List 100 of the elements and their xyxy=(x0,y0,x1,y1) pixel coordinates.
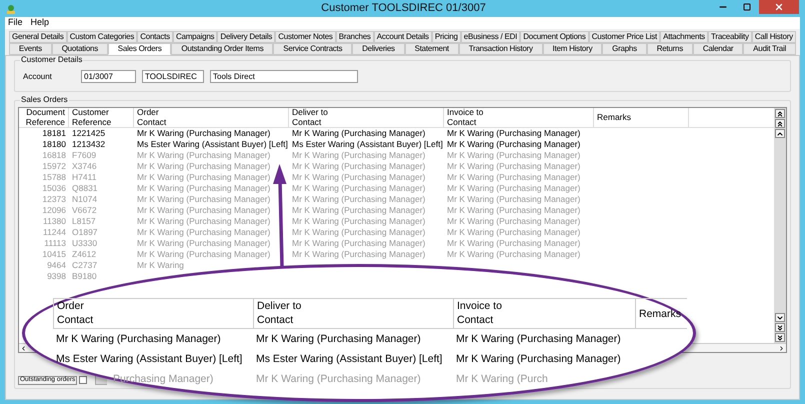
tab[interactable]: Audit Trail xyxy=(743,43,796,55)
table-cell-text: 1213432 xyxy=(71,139,106,150)
table-cell-text: Q8831 xyxy=(71,183,99,194)
maximize-icon xyxy=(743,3,751,11)
table-cell-text: Mr K Waring (Purchasing Manager) xyxy=(136,205,272,216)
tab[interactable]: Delivery Details xyxy=(217,31,276,43)
table-cell-text: C2737 xyxy=(71,260,98,271)
field-label: Account xyxy=(23,70,53,82)
table-cell-text: Mr K Waring (Purchasing Manager) xyxy=(136,128,272,139)
table-cell-text: Mr K Waring (Purchasing Manager) xyxy=(136,249,272,260)
close-icon xyxy=(774,2,784,12)
table-cell-text: 11244 xyxy=(42,227,67,238)
table-cell-text: Mr K Waring (Purchasing Manager) xyxy=(291,183,426,194)
table-cell-text: Mr K Waring (Purchasing Manager) xyxy=(291,205,426,216)
column-header[interactable]: Invoice to Contact xyxy=(457,299,632,327)
app-icon xyxy=(6,4,16,14)
tab[interactable]: Account Details xyxy=(374,31,432,43)
tab[interactable]: Statement xyxy=(404,43,459,55)
table-cell-text: 1221425 xyxy=(71,128,106,139)
table-cell: Mr K Waring (Purchasing Manager) xyxy=(256,333,421,345)
table-cell: Purchasing Manager) xyxy=(113,373,214,385)
last-page-icon[interactable] xyxy=(775,333,785,342)
column-header[interactable]: Remarks xyxy=(639,306,684,320)
close-button[interactable] xyxy=(759,0,799,14)
table-cell-text: X3746 xyxy=(71,161,98,172)
column-header[interactable]: Deliver to Contact xyxy=(289,108,444,127)
column-header[interactable]: Document Reference xyxy=(19,108,69,127)
tab[interactable]: Customer Price List xyxy=(588,31,660,43)
vertical-scrollbar[interactable] xyxy=(774,108,786,343)
table-cell-text: Mr K Waring (Purchasing Manager) xyxy=(136,227,272,238)
table-cell-text: H7411 xyxy=(71,172,98,183)
table-cell-text: 18180 xyxy=(41,139,67,150)
table-cell-text: Mr K Waring (Purchasing Manager) xyxy=(136,161,272,172)
name-field[interactable]: Tools Direct xyxy=(210,70,358,83)
scroll-down-icon[interactable] xyxy=(775,313,785,322)
tab[interactable]: eBusiness / EDI xyxy=(460,31,520,43)
tab[interactable]: Deliveries xyxy=(352,43,405,55)
first-page-icon[interactable] xyxy=(775,109,785,118)
tab[interactable]: Transaction History xyxy=(458,43,543,55)
tab[interactable]: Service Contracts xyxy=(273,43,352,55)
checkbox[interactable] xyxy=(79,376,88,384)
column-header[interactable]: Remarks xyxy=(594,108,689,127)
table-cell-text: V6672 xyxy=(71,205,98,216)
tab[interactable]: Item History xyxy=(542,43,602,55)
column-header[interactable]: Invoice to Contact xyxy=(444,108,594,127)
table-cell-text: Mr K Waring (Purchasing Manager) xyxy=(136,150,272,161)
table-cell-text: Mr K Waring (Purchasing Manager) xyxy=(291,216,426,227)
table-cell-text: Mr K Waring (Purchasing Manager) xyxy=(446,128,582,139)
tab[interactable]: Calendar xyxy=(692,43,744,55)
tab[interactable]: Events xyxy=(9,43,52,55)
table-cell-text: Mr K Waring (Purchasing Manager) xyxy=(136,194,272,205)
table-cell-text: Mr K Waring (Purchasing Manager) xyxy=(446,249,582,260)
table-cell-text: F7609 xyxy=(71,150,98,161)
table-cell-text: Mr K Waring xyxy=(136,260,185,271)
scroll-up-icon[interactable] xyxy=(775,129,785,138)
table-cell-text: Ms Ester Waring (Assistant Buyer) [Left] xyxy=(291,139,444,150)
tab[interactable]: Call History xyxy=(752,31,796,43)
menu-item[interactable]: Help xyxy=(30,16,50,30)
page-down-icon[interactable] xyxy=(775,323,785,332)
tab[interactable]: Document Options xyxy=(520,31,589,43)
table-cell-text: N1074 xyxy=(71,194,98,205)
tab[interactable]: Outstanding Order Items xyxy=(171,43,274,55)
table-cell-text: 15036 xyxy=(41,183,67,194)
account-field[interactable]: 01/3007 xyxy=(81,70,136,83)
tab[interactable]: Customer Notes xyxy=(275,31,336,43)
menu-item[interactable]: File xyxy=(8,16,23,30)
table-cell-text: Mr K Waring (Purchasing Manager) xyxy=(291,172,426,183)
column-header[interactable]: Deliver to Contact xyxy=(257,299,450,327)
tab[interactable]: Pricing xyxy=(432,31,461,43)
tab[interactable]: Sales Orders xyxy=(108,43,172,55)
tab[interactable]: Attachments xyxy=(660,31,708,43)
table-cell-text: Mr K Waring (Purchasing Manager) xyxy=(291,161,426,172)
tab[interactable]: Traceability xyxy=(708,31,752,43)
page-up-icon[interactable] xyxy=(775,119,785,128)
tab[interactable]: Quotations xyxy=(52,43,108,55)
tab[interactable]: Returns xyxy=(646,43,693,55)
scroll-left-icon[interactable] xyxy=(20,344,27,352)
table-cell-text: Mr K Waring (Purchasing Manager) xyxy=(291,128,426,139)
column-header[interactable]: Order Contact xyxy=(57,299,250,327)
table-cell-text: Mr K Waring (Purchasing Manager) xyxy=(446,172,582,183)
code-field[interactable]: TOOLSDIREC xyxy=(142,70,204,83)
table-cell-text: Mr K Waring (Purchasing Manager) xyxy=(291,194,426,205)
table-cell-text: 11380 xyxy=(42,216,67,227)
table-cell: Mr K Waring (Purchasing Manager) xyxy=(456,353,621,365)
table-cell-text: Mr K Waring (Purchasing Manager) xyxy=(291,238,426,249)
tab[interactable]: Graphs xyxy=(602,43,647,55)
scroll-right-icon[interactable] xyxy=(778,344,785,352)
table-cell-text: Mr K Waring (Purchasing Manager) xyxy=(446,194,582,205)
table-cell-text: 12373 xyxy=(41,194,67,205)
table-cell: Mr K Waring (Purchasing Manager) xyxy=(456,333,621,345)
table-cell-text: Mr K Waring (Purchasing Manager) xyxy=(446,238,582,249)
table-cell: Ms Ester Waring (Assistant Buyer) [Left] xyxy=(256,353,442,365)
column-header[interactable]: Order Contact xyxy=(134,108,289,127)
table-cell-text: Mr K Waring (Purchasing Manager) xyxy=(446,150,582,161)
column-header[interactable]: Customer Reference xyxy=(69,108,134,127)
table-cell-text: 18181 xyxy=(41,128,67,139)
tab[interactable]: General Details xyxy=(9,31,67,43)
tab[interactable]: Custom Categories xyxy=(66,31,138,43)
tab[interactable]: Branches xyxy=(336,31,374,43)
tab[interactable]: Campaigns xyxy=(172,31,218,43)
